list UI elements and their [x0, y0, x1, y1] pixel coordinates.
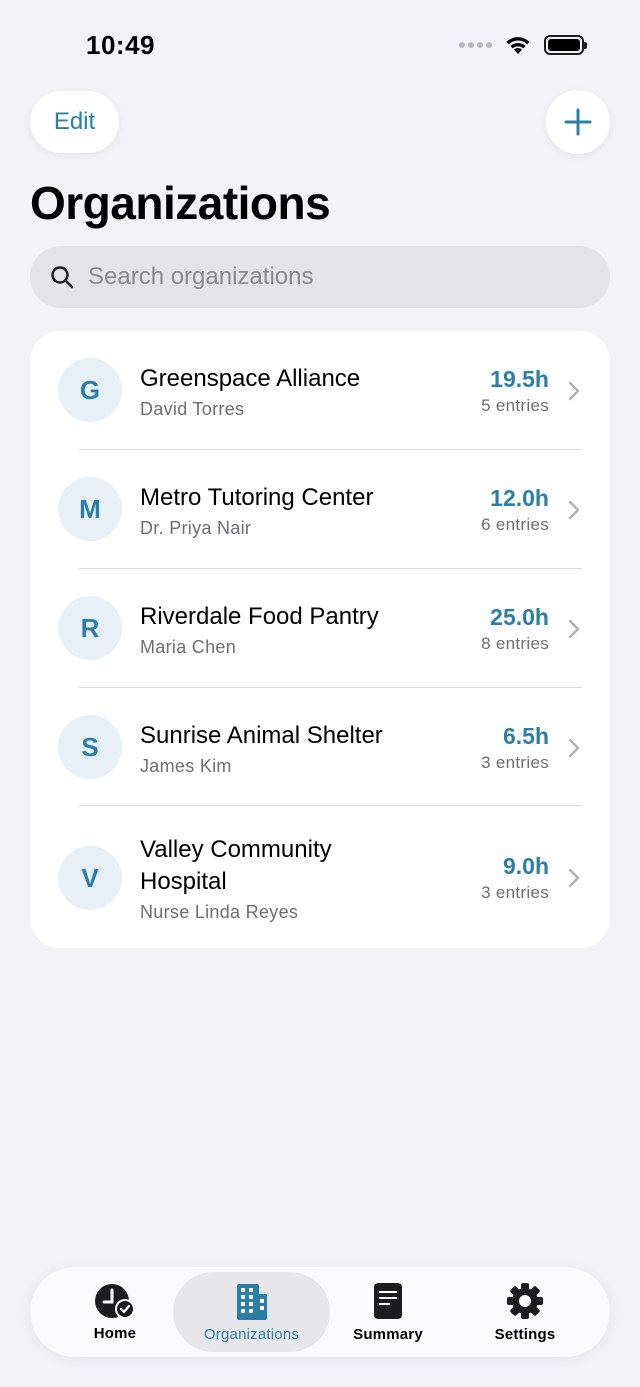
avatar: M [58, 477, 122, 541]
clock-check-icon [95, 1283, 135, 1319]
organization-hours: 6.5h [502, 723, 549, 749]
organization-name: Greenspace Alliance [140, 365, 361, 392]
organization-entries: 8 entries [481, 634, 549, 653]
tab-label: Summary [353, 1325, 423, 1343]
add-organization-button[interactable] [546, 90, 610, 154]
building-icon [236, 1283, 267, 1320]
search-icon [51, 266, 74, 289]
search-bar[interactable] [30, 246, 610, 308]
organization-hours: 19.5h [490, 366, 549, 392]
status-icons [459, 34, 587, 56]
document-icon [374, 1282, 402, 1319]
organization-name: Riverdale Food Pantry [140, 603, 379, 630]
avatar: R [58, 596, 122, 660]
organization-contact: David Torres [140, 399, 245, 419]
chevron-right-icon [568, 381, 580, 401]
organization-name-line2: Hospital [140, 868, 227, 895]
tab-label: Settings [494, 1325, 556, 1343]
organization-contact: Dr. Priya Nair [140, 518, 252, 538]
tab-summary[interactable]: Summary [333, 1272, 443, 1352]
gear-icon [507, 1282, 543, 1319]
edit-button[interactable]: Edit [30, 91, 119, 153]
search-input[interactable] [88, 263, 568, 291]
organization-contact: James Kim [140, 756, 232, 776]
organization-entries: 6 entries [481, 515, 549, 534]
organization-row-metro[interactable]: M Metro Tutoring Center Dr. Priya Nair 1… [30, 450, 610, 568]
chevron-right-icon [568, 619, 580, 639]
organization-hours: 25.0h [490, 604, 549, 630]
organization-hours: 12.0h [490, 485, 549, 511]
organization-contact: Nurse Linda Reyes [140, 902, 299, 922]
tab-label: Organizations [203, 1325, 300, 1343]
organization-row-valley[interactable]: V Valley Community Hospital Nurse Linda … [30, 806, 610, 948]
organization-row-greenspace[interactable]: G Greenspace Alliance David Torres 19.5h… [30, 331, 610, 449]
chevron-right-icon [568, 500, 580, 520]
cellular-signal-icon [459, 42, 492, 48]
organization-row-riverdale[interactable]: R Riverdale Food Pantry Maria Chen 25.0h… [30, 569, 610, 687]
chevron-right-icon [568, 738, 580, 758]
organization-entries: 3 entries [481, 753, 549, 772]
status-time: 10:49 [86, 30, 155, 60]
chevron-right-icon [568, 868, 580, 888]
page-title: Organizations [30, 177, 331, 229]
status-bar: 10:49 [0, 0, 640, 90]
tab-settings[interactable]: Settings [470, 1272, 580, 1352]
tab-bar: Home Organizations Summary Settings [30, 1267, 610, 1357]
wifi-icon [506, 37, 530, 54]
organization-name: Sunrise Animal Shelter [140, 722, 383, 749]
avatar: V [58, 846, 122, 910]
organization-name: Metro Tutoring Center [140, 484, 374, 511]
battery-icon [544, 35, 587, 55]
avatar: G [58, 358, 122, 422]
organization-name-line1: Valley Community [140, 836, 332, 863]
tab-organizations[interactable]: Organizations [173, 1272, 330, 1352]
organization-contact: Maria Chen [140, 637, 237, 657]
organizations-list: G Greenspace Alliance David Torres 19.5h… [30, 331, 610, 948]
organization-hours: 9.0h [502, 853, 549, 879]
avatar: S [58, 715, 122, 779]
tab-label: Home [93, 1324, 137, 1342]
tab-home[interactable]: Home [60, 1272, 170, 1352]
organization-row-sunrise[interactable]: S Sunrise Animal Shelter James Kim 6.5h … [30, 688, 610, 806]
organization-entries: 5 entries [481, 396, 549, 415]
organization-entries: 3 entries [481, 883, 549, 902]
plus-icon [564, 108, 592, 136]
